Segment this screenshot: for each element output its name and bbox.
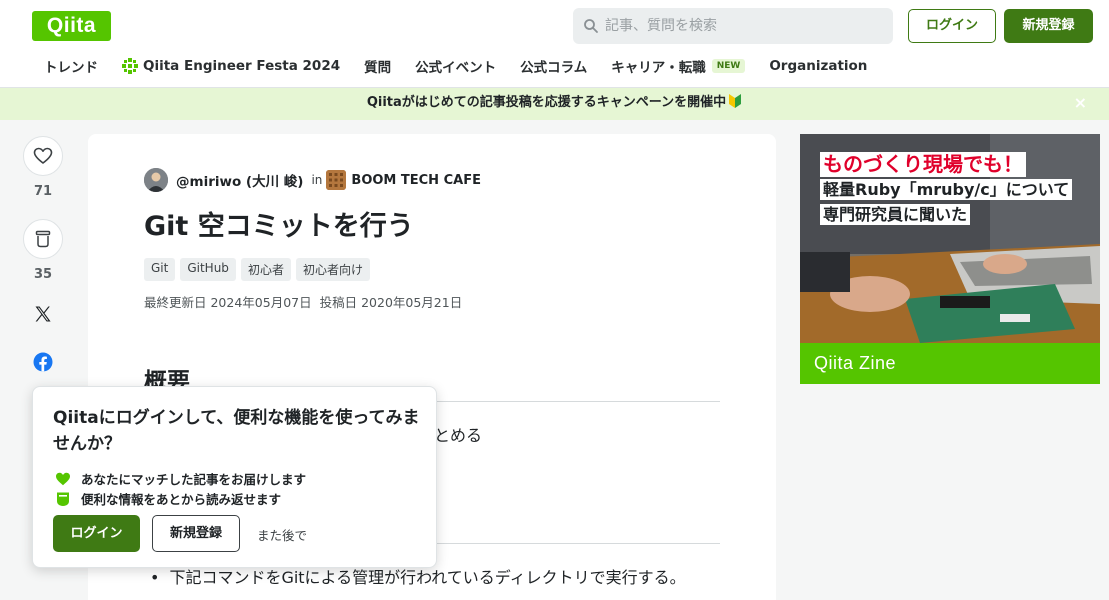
main-nav: トレンド Qiita Engineer Festa 2024 質問 公式イベント… [44, 52, 891, 80]
facebook-icon [33, 352, 53, 372]
nav-item-trend[interactable]: トレンド [44, 56, 98, 76]
nav-item-organization[interactable]: Organization [769, 58, 867, 74]
tag-github[interactable]: GitHub [180, 258, 236, 281]
nav-item-label: キャリア・転職 [611, 60, 706, 76]
nav-item-festa[interactable]: Qiita Engineer Festa 2024 [122, 58, 340, 74]
benefit-text: あなたにマッチした記事をお届けします [81, 472, 307, 487]
organization-logo [326, 170, 347, 190]
updated-date: 最終更新日 2024年05月07日 [144, 295, 312, 310]
like-count: 71 [33, 184, 53, 199]
popup-signup-button[interactable]: 新規登録 [152, 515, 240, 552]
x-icon [35, 306, 51, 322]
share-facebook-button[interactable] [23, 346, 63, 378]
new-badge: NEW [711, 59, 746, 73]
beginner-mark-icon [729, 94, 742, 108]
qiita-zine-ad[interactable]: ものづくり現場でも！ 軽量Ruby「mruby/c」について 専門研究員に聞いた… [800, 134, 1100, 384]
article-action-rail: 71 35 [23, 136, 65, 378]
nav-item-label: 質問 [364, 60, 392, 76]
benefit-text: 便利な情報をあとから読み返せます [81, 492, 282, 507]
avatar[interactable] [144, 168, 168, 192]
festa-icon [122, 58, 138, 74]
tag-beginner[interactable]: 初心者 [240, 258, 291, 281]
search-icon [584, 19, 598, 33]
stock-icon [35, 230, 51, 248]
nav-item-label: Organization [769, 58, 868, 74]
tag-list: Git GitHub 初心者 初心者向け [144, 258, 375, 281]
in-label: in [311, 173, 323, 187]
article-dates: 最終更新日 2024年05月07日 投稿日 2020年05月21日 [144, 292, 462, 311]
stock-count: 35 [33, 267, 53, 282]
header-login-button[interactable]: ログイン [908, 9, 996, 43]
like-button[interactable] [23, 136, 63, 176]
tag-git[interactable]: Git [144, 258, 176, 281]
nav-item-label: 公式イベント [415, 60, 497, 76]
nav-item-label: トレンド [44, 60, 98, 76]
share-x-button[interactable] [23, 298, 63, 330]
popup-title: Qiitaにログインして、便利な機能を使ってみませんか？ [53, 408, 420, 454]
stock-icon [57, 492, 69, 506]
later-link[interactable]: また後で [257, 525, 307, 544]
heart-icon [56, 472, 70, 485]
banner-close-icon[interactable]: × [1074, 95, 1087, 111]
author-name[interactable]: @miriwo (大川 峻) [176, 170, 303, 190]
posted-date: 投稿日 2020年05月21日 [319, 295, 463, 310]
qiita-logo[interactable]: Qiita [32, 11, 111, 41]
nav-item-label: Qiita Engineer Festa 2024 [143, 58, 341, 74]
qiita-zine-logo: Qiita Zine [800, 343, 1100, 384]
benefit-item: 便利な情報をあとから読み返せます [55, 489, 281, 508]
nav-item-official-events[interactable]: 公式イベント [415, 56, 496, 76]
article-title: Git 空コミットを行う [144, 211, 414, 242]
search-input[interactable] [605, 8, 885, 44]
header-signup-button[interactable]: 新規登録 [1004, 9, 1093, 43]
tag-for-beginners[interactable]: 初心者向け [295, 258, 370, 281]
campaign-banner[interactable]: Qiitaがはじめての記事投稿を応援するキャンペーンを開催中 × [0, 88, 1109, 120]
article-body-text: とめる [434, 426, 483, 445]
ad-subheadline: 軽量Ruby「mruby/c」について [820, 179, 1073, 200]
nav-item-label: 公式コラム [520, 60, 588, 76]
author-line: @miriwo (大川 峻) in BOOM TECH CAFE [144, 168, 481, 192]
avatar-image [144, 168, 168, 192]
popup-login-button[interactable]: ログイン [53, 515, 140, 552]
nav-item-official-columns[interactable]: 公式コラム [520, 56, 587, 76]
search-box[interactable] [573, 8, 893, 44]
benefit-item: あなたにマッチした記事をお届けします [55, 469, 306, 488]
ad-subheadline: 専門研究員に聞いた [820, 204, 971, 225]
site-header: Qiita ログイン 新規登録 トレンド Qiita Engineer Fest… [0, 0, 1109, 88]
organization-name[interactable]: BOOM TECH CAFE [351, 173, 481, 188]
nav-item-career[interactable]: キャリア・転職 NEW [611, 56, 746, 76]
nav-item-questions[interactable]: 質問 [364, 56, 391, 76]
heart-icon [33, 147, 53, 164]
stock-button[interactable] [23, 219, 63, 259]
ad-headline: ものづくり現場でも！ [820, 152, 1026, 177]
login-prompt-popup: Qiitaにログインして、便利な機能を使ってみませんか？ あなたにマッチした記事… [32, 386, 437, 568]
organization-icon[interactable] [326, 170, 347, 190]
banner-text: Qiitaがはじめての記事投稿を応援するキャンペーンを開催中 [366, 95, 727, 110]
